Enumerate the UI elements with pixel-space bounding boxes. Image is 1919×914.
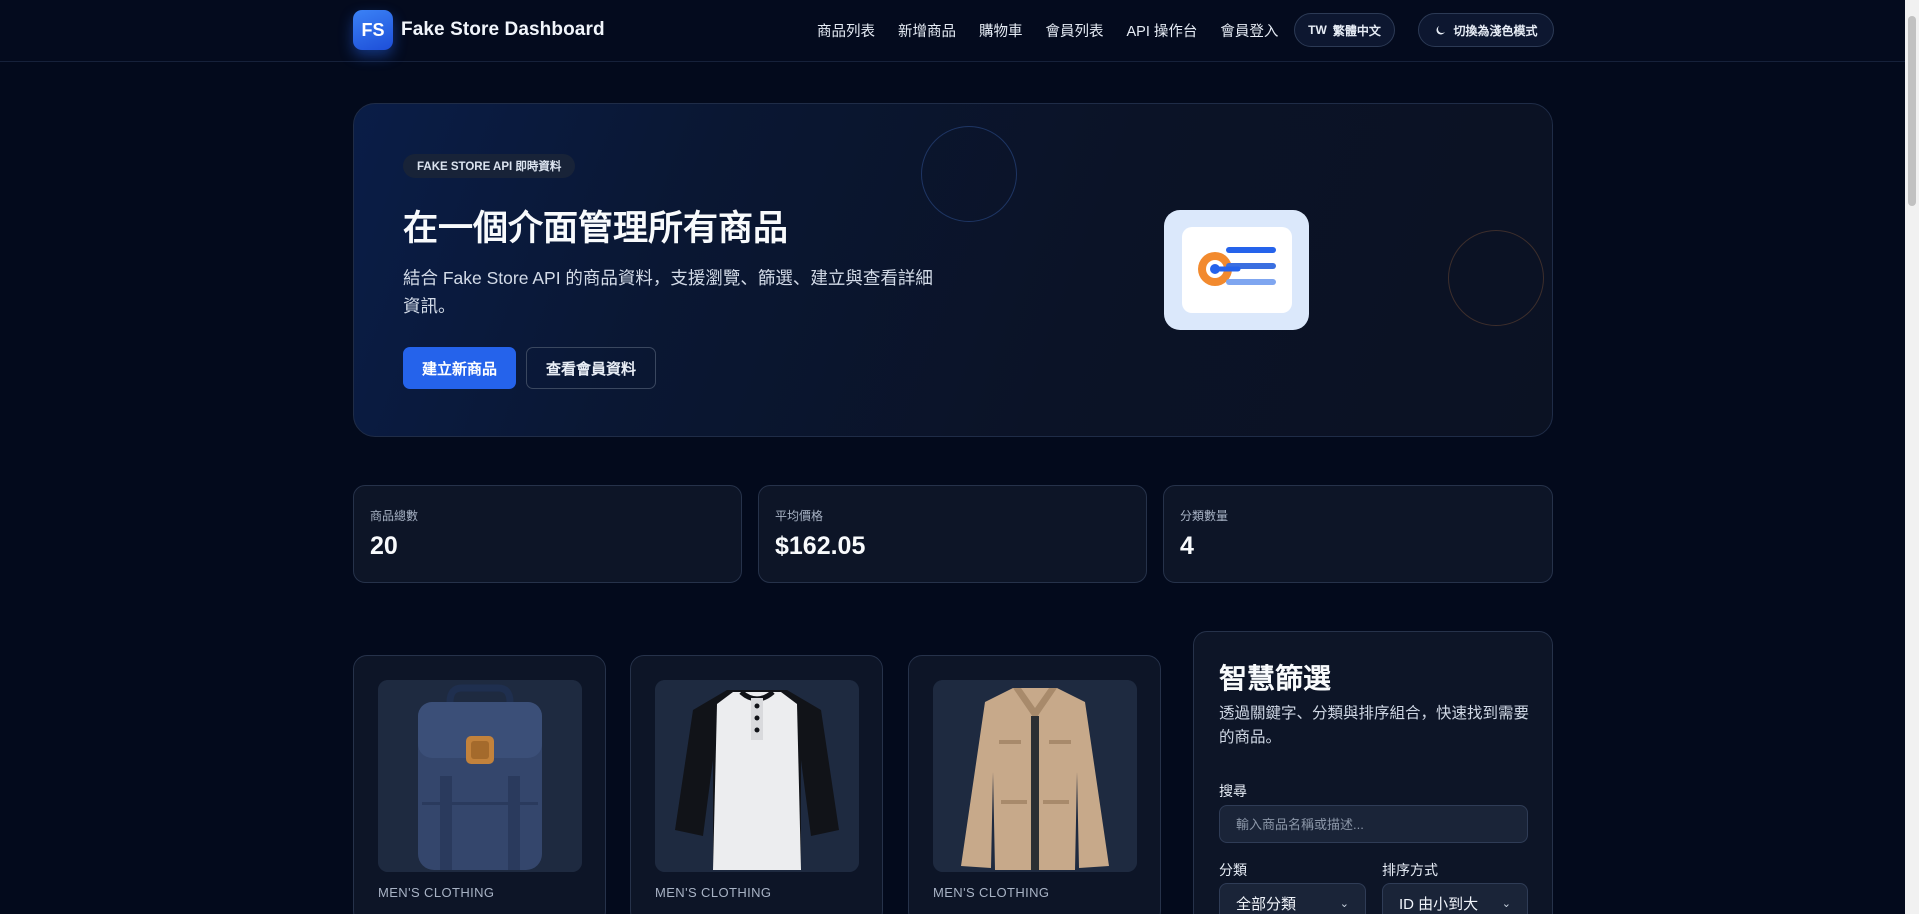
product-card[interactable]: MEN'S CLOTHING <box>908 655 1161 914</box>
search-label: 搜尋 <box>1219 783 1247 799</box>
hero-title: 在一個介面管理所有商品 <box>403 209 789 248</box>
stat-value: $162.05 <box>775 532 866 560</box>
nav-item-users[interactable]: 會員列表 <box>1046 20 1104 41</box>
chevron-down-icon: ⌄ <box>1339 897 1349 910</box>
search-input[interactable] <box>1219 805 1528 843</box>
decorative-circle <box>1448 230 1544 326</box>
view-members-button[interactable]: 查看會員資料 <box>526 347 656 389</box>
filter-title: 智慧篩選 <box>1219 663 1332 694</box>
tshirt-image <box>655 680 859 872</box>
category-select[interactable]: 全部分類 ⌄ <box>1219 883 1366 914</box>
chevron-down-icon: ⌄ <box>1501 897 1511 910</box>
nav-item-cart[interactable]: 購物車 <box>979 20 1023 41</box>
main-nav: 商品列表 新增商品 購物車 會員列表 API 操作台 會員登入 <box>817 20 1278 41</box>
stat-card-category-count: 分類數量 4 <box>1163 485 1553 583</box>
nav-item-products[interactable]: 商品列表 <box>817 20 875 41</box>
hero-banner: FAKE STORE API 即時資料 在一個介面管理所有商品 結合 Fake … <box>353 103 1553 437</box>
sort-select[interactable]: ID 由小到大 ⌄ <box>1382 883 1528 914</box>
nav-item-login[interactable]: 會員登入 <box>1220 20 1278 41</box>
hero-description: 結合 Fake Store API 的商品資料，支援瀏覽、篩選、建立與查看詳細資… <box>403 268 933 316</box>
smart-filter-panel: 智慧篩選 透過關鍵字、分類與排序組合，快速找到需要的商品。 搜尋 分類 排序方式… <box>1193 631 1553 914</box>
brand-logo: FS <box>353 10 393 50</box>
nav-item-api-console[interactable]: API 操作台 <box>1127 20 1198 41</box>
stat-label: 平均價格 <box>775 509 824 523</box>
stat-label: 分類數量 <box>1180 509 1229 523</box>
hero-badge: FAKE STORE API 即時資料 <box>403 154 576 178</box>
stat-label: 商品總數 <box>370 509 419 523</box>
product-category: MEN'S CLOTHING <box>378 885 495 900</box>
sort-label: 排序方式 <box>1382 862 1438 878</box>
filter-description: 透過關鍵字、分類與排序組合，快速找到需要的商品。 <box>1219 705 1530 746</box>
stat-card-average-price: 平均價格 $162.05 <box>758 485 1147 583</box>
language-switch-button[interactable]: TW 繁體中文 <box>1294 13 1395 47</box>
category-label: 分類 <box>1219 862 1247 878</box>
sort-select-value: ID 由小到大 <box>1399 895 1479 913</box>
category-select-value: 全部分類 <box>1236 895 1297 913</box>
backpack-image <box>378 680 582 872</box>
create-product-button[interactable]: 建立新商品 <box>403 347 516 389</box>
stat-value: 20 <box>370 532 398 560</box>
brand-name: Fake Store Dashboard <box>401 19 605 40</box>
stat-card-total-products: 商品總數 20 <box>353 485 742 583</box>
product-category: MEN'S CLOTHING <box>933 885 1050 900</box>
stat-value: 4 <box>1180 532 1194 560</box>
product-category: MEN'S CLOTHING <box>655 885 772 900</box>
moon-icon <box>1436 25 1446 34</box>
brand[interactable]: FS Fake Store Dashboard <box>353 10 605 50</box>
language-label: 繁體中文 <box>1332 23 1381 38</box>
jacket-image <box>933 680 1137 872</box>
page-scrollbar[interactable] <box>1905 0 1919 914</box>
product-card-icon <box>1181 227 1292 313</box>
theme-toggle-label: 切換為淺色模式 <box>1453 23 1538 38</box>
decorative-circle <box>921 126 1017 222</box>
hero-illustration <box>1164 210 1309 330</box>
top-navbar: FS Fake Store Dashboard 商品列表 新增商品 購物車 會員… <box>0 0 1905 62</box>
scrollbar-thumb[interactable] <box>1908 16 1916 206</box>
theme-toggle-button[interactable]: 切換為淺色模式 <box>1418 13 1554 47</box>
product-image-tshirt <box>655 680 859 872</box>
product-image-backpack <box>378 680 582 872</box>
product-card[interactable]: MEN'S CLOTHING <box>630 655 883 914</box>
nav-item-add-product[interactable]: 新增商品 <box>898 20 956 41</box>
product-image-jacket <box>933 680 1137 872</box>
product-card[interactable]: MEN'S CLOTHING <box>353 655 606 914</box>
flag-icon: TW <box>1308 23 1327 37</box>
